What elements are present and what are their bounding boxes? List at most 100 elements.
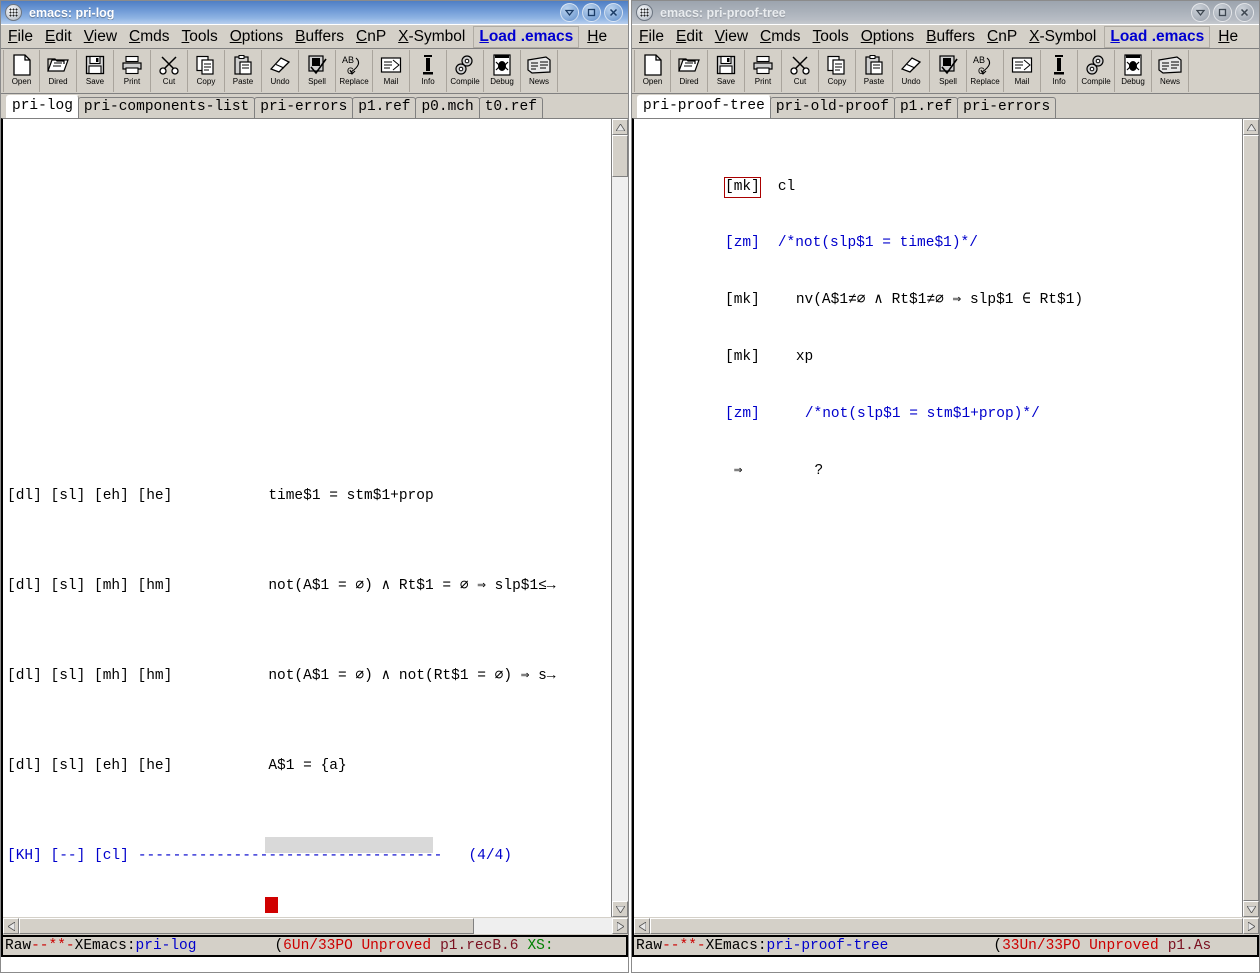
toolbar-button-spell[interactable]: Spell [930, 50, 967, 92]
menu-edit[interactable]: Edit [670, 26, 709, 48]
scroll-right-icon[interactable] [612, 918, 628, 934]
menu-edit[interactable]: Edit [39, 26, 78, 48]
tree-tag[interactable]: [mk] [725, 349, 760, 365]
toolbar-button-undo[interactable]: Undo [262, 50, 299, 92]
hscroll-track[interactable] [19, 918, 612, 934]
menu-load-emacs[interactable]: Load .emacs [1104, 25, 1211, 48]
buffer-tab-pri-errors[interactable]: pri-errors [254, 97, 354, 118]
hscroll-thumb[interactable] [650, 918, 1243, 934]
toolbar-button-print[interactable]: Print [745, 50, 782, 92]
buffer-tab-pri-components-list[interactable]: pri-components-list [77, 97, 256, 118]
menu-buffers[interactable]: Buffers [920, 26, 981, 48]
toolbar-button-debug[interactable]: Debug [1115, 50, 1152, 92]
menu-cnp[interactable]: CnP [981, 26, 1023, 48]
vertical-scrollbar-right[interactable] [1242, 119, 1259, 917]
toolbar-button-copy[interactable]: Copy [819, 50, 856, 92]
horizontal-scrollbar-right[interactable] [632, 917, 1259, 935]
scroll-track[interactable] [1243, 135, 1259, 901]
minimize-icon[interactable] [560, 3, 579, 22]
maximize-icon[interactable] [1213, 3, 1232, 22]
buffer-pri-log[interactable]: [dl] [sl] [eh] [he] time$1 = stm$1+prop [… [3, 119, 611, 917]
toolbar-button-paste[interactable]: Paste [856, 50, 893, 92]
menu-x-symbol[interactable]: X-Symbol [1023, 26, 1102, 48]
toolbar-button-compile[interactable]: Compile [1078, 50, 1115, 92]
scroll-left-icon[interactable] [634, 918, 650, 934]
menu-load-emacs[interactable]: Load .emacs [473, 25, 580, 48]
scroll-thumb[interactable] [612, 135, 628, 177]
toolbar-button-print[interactable]: Print [114, 50, 151, 92]
window-controls[interactable] [1191, 3, 1257, 22]
menu-cnp[interactable]: CnP [350, 26, 392, 48]
toolbar-button-paste[interactable]: Paste [225, 50, 262, 92]
horizontal-scrollbar-left[interactable] [1, 917, 628, 935]
buffer-tab-pri-old-proof[interactable]: pri-old-proof [769, 97, 895, 118]
toolbar-button-dired[interactable]: Dired [671, 50, 708, 92]
buffer-tab-p0-mch[interactable]: p0.mch [415, 97, 480, 118]
menu-view[interactable]: View [709, 26, 754, 48]
buffer-tabs-right[interactable]: pri-proof-tree pri-old-proof p1.ref pri-… [632, 94, 1259, 118]
buffer-tab-p1-ref[interactable]: p1.ref [352, 97, 417, 118]
toolbar-button-replace[interactable]: AB C Replace [336, 50, 373, 92]
menu-help[interactable]: He [1212, 26, 1244, 48]
menubar-left[interactable]: File Edit View Cmds Tools Options Buffer… [1, 24, 628, 49]
scroll-up-icon[interactable] [612, 119, 628, 135]
menu-x-symbol[interactable]: X-Symbol [392, 26, 471, 48]
toolbar-button-mail[interactable]: Mail [1004, 50, 1041, 92]
menu-options[interactable]: Options [224, 26, 289, 48]
menu-view[interactable]: View [78, 26, 123, 48]
menu-cmds[interactable]: Cmds [754, 26, 807, 48]
window-pri-log[interactable]: emacs: pri-log File Edit View Cmds Tools… [0, 0, 629, 973]
toolbar-button-news[interactable]: News [1152, 50, 1189, 92]
hscroll-track[interactable] [650, 918, 1243, 934]
toolbar-button-cut[interactable]: Cut [151, 50, 188, 92]
menu-buffers[interactable]: Buffers [289, 26, 350, 48]
minimize-icon[interactable] [1191, 3, 1210, 22]
toolbar-button-replace[interactable]: AB C Replace [967, 50, 1004, 92]
toolbar-button-compile[interactable]: Compile [447, 50, 484, 92]
titlebar-pri-proof-tree[interactable]: emacs: pri-proof-tree [632, 1, 1259, 24]
tree-tag[interactable]: [zm] [725, 235, 760, 251]
toolbar-button-info[interactable]: Info [1041, 50, 1078, 92]
menu-file[interactable]: File [2, 26, 39, 48]
window-controls[interactable] [560, 3, 626, 22]
vertical-scrollbar-left[interactable] [611, 119, 628, 917]
toolbar-button-dired[interactable]: Dired [40, 50, 77, 92]
scroll-right-icon[interactable] [1243, 918, 1259, 934]
buffer-pri-proof-tree[interactable]: [mk] cl [zm] /*not(slp$1 = time$1)*/ [mk] n… [634, 119, 1242, 917]
buffer-tab-pri-errors[interactable]: pri-errors [957, 97, 1057, 118]
scroll-down-icon[interactable] [612, 901, 628, 917]
toolbar-right[interactable]: Open Dired Save Print Cut Copy Paste Und… [632, 49, 1259, 94]
scroll-track[interactable] [612, 135, 628, 901]
menubar-right[interactable]: File Edit View Cmds Tools Options Buffer… [632, 24, 1259, 49]
menu-cmds[interactable]: Cmds [123, 26, 176, 48]
tree-tag[interactable]: [mk] [724, 177, 761, 198]
scroll-left-icon[interactable] [3, 918, 19, 934]
menu-tools[interactable]: Tools [176, 26, 224, 48]
maximize-icon[interactable] [582, 3, 601, 22]
titlebar-pri-log[interactable]: emacs: pri-log [1, 1, 628, 24]
buffer-tab-pri-log[interactable]: pri-log [6, 95, 79, 118]
hscroll-thumb[interactable] [19, 918, 474, 934]
toolbar-button-cut[interactable]: Cut [782, 50, 819, 92]
menu-help[interactable]: He [581, 26, 613, 48]
toolbar-button-undo[interactable]: Undo [893, 50, 930, 92]
toolbar-button-debug[interactable]: Debug [484, 50, 521, 92]
menu-file[interactable]: File [633, 26, 670, 48]
close-icon[interactable] [604, 3, 623, 22]
scroll-thumb[interactable] [1243, 135, 1259, 901]
scroll-down-icon[interactable] [1243, 901, 1259, 917]
toolbar-left[interactable]: Open Dired Save Print Cut Copy Paste Und… [1, 49, 628, 94]
window-pri-proof-tree[interactable]: emacs: pri-proof-tree File Edit View Cmd… [631, 0, 1260, 973]
buffer-tab-p1-ref[interactable]: p1.ref [893, 97, 959, 118]
tree-tag[interactable]: [mk] [725, 292, 760, 308]
buffer-tabs-left[interactable]: pri-log pri-components-list pri-errors p… [1, 94, 628, 118]
toolbar-button-news[interactable]: News [521, 50, 558, 92]
toolbar-button-copy[interactable]: Copy [188, 50, 225, 92]
toolbar-button-spell[interactable]: Spell [299, 50, 336, 92]
toolbar-button-mail[interactable]: Mail [373, 50, 410, 92]
toolbar-button-save[interactable]: Save [77, 50, 114, 92]
menu-tools[interactable]: Tools [807, 26, 855, 48]
menu-options[interactable]: Options [855, 26, 920, 48]
tree-tag[interactable]: [zm] [725, 406, 760, 422]
buffer-tab-pri-proof-tree[interactable]: pri-proof-tree [637, 95, 771, 118]
